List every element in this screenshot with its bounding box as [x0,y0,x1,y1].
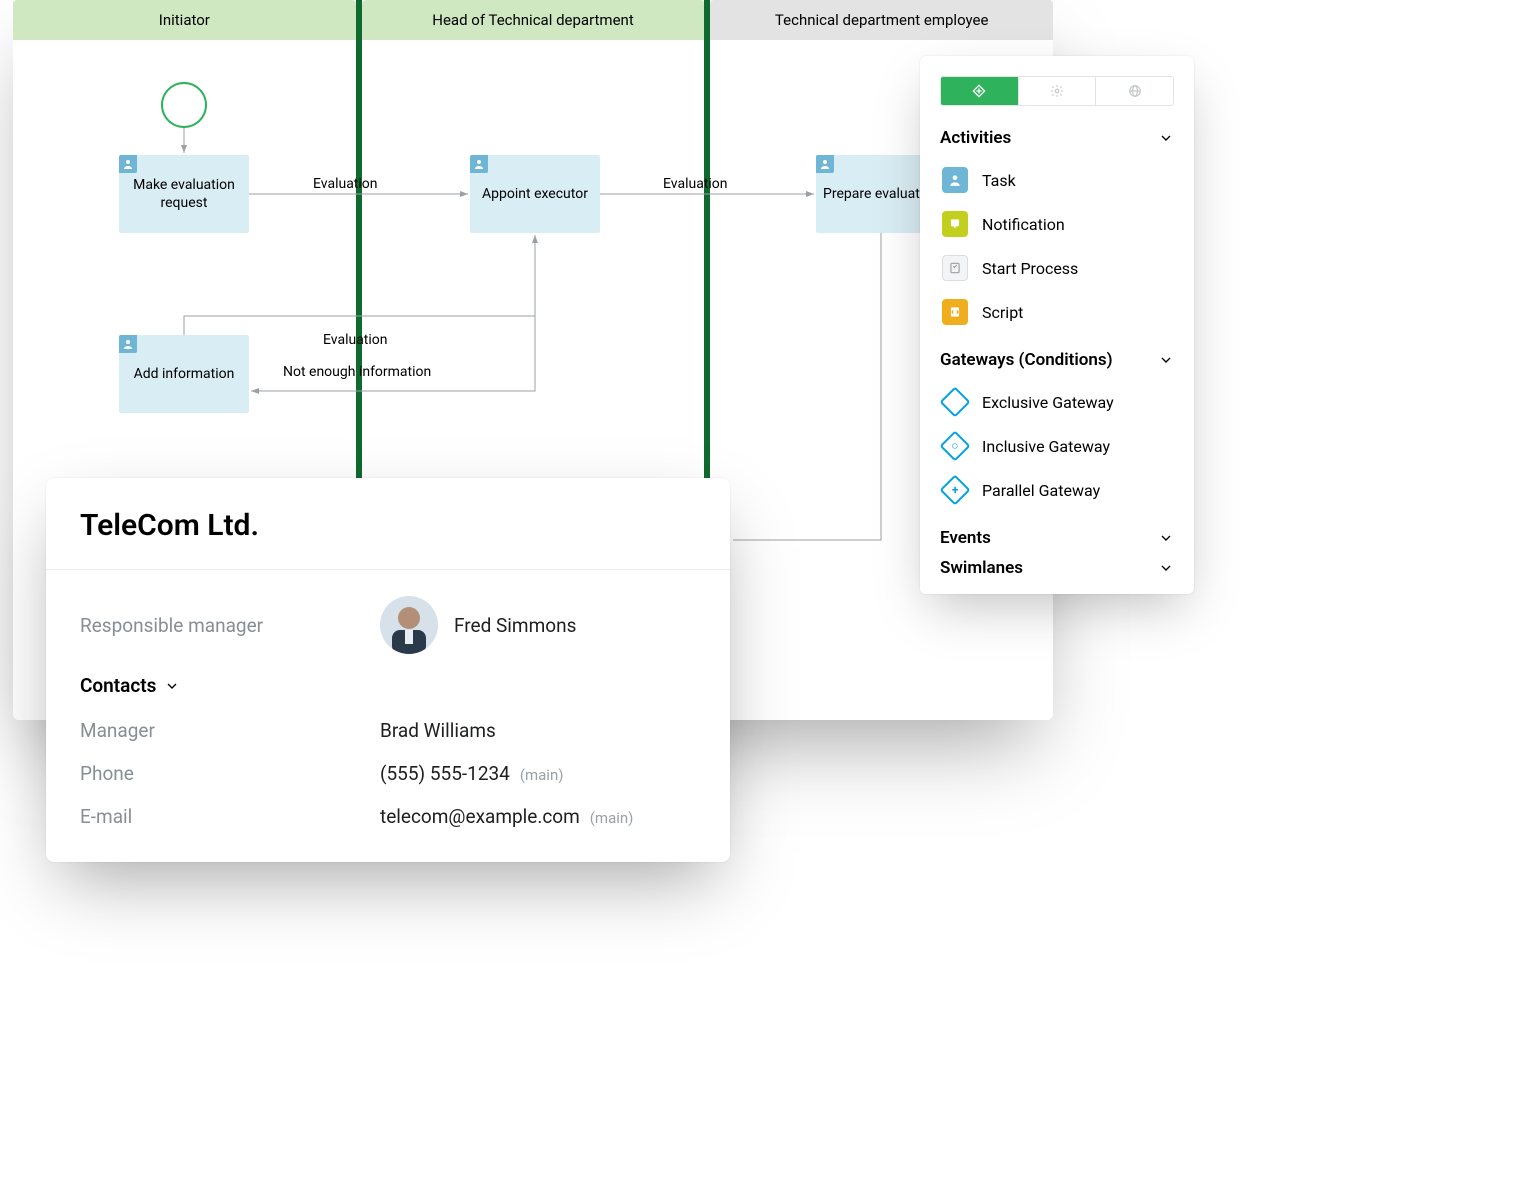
notification-icon [942,211,968,237]
task-appoint-executor[interactable]: Appoint executor [470,155,600,233]
task-label: Appoint executor [482,185,588,203]
email-link[interactable]: telecom@example.com [380,805,580,828]
field-label-manager: Manager [80,719,380,742]
toolbox-section-activities[interactable]: Activities [940,128,1174,148]
toolbox-tab-globe[interactable] [1095,77,1173,105]
chevron-down-icon [1158,130,1174,146]
toolbox-tab-elements[interactable] [941,77,1018,105]
section-label: Activities [940,128,1011,148]
task-label: Add information [134,365,235,383]
edge-label: Evaluation [663,176,728,192]
toolbox-item-notification[interactable]: Notification [940,202,1174,246]
email-hint: (main) [590,809,634,827]
swimlane-header: Technical department employee [710,0,1053,40]
toolbox-item-label: Parallel Gateway [982,481,1100,500]
responsible-manager-link[interactable]: Fred Simmons [454,614,576,637]
user-task-icon [119,335,137,353]
field-value-manager: Brad Williams [380,719,496,742]
company-title: TeleCom Ltd. [46,478,730,570]
toolbox-item-inclusive-gateway[interactable]: ○ Inclusive Gateway [940,424,1174,468]
toolbox-item-label: Notification [982,215,1065,234]
toolbox-item-label: Inclusive Gateway [982,437,1110,456]
inclusive-gateway-icon: ○ [942,433,968,459]
contacts-section-toggle[interactable]: Contacts [80,674,696,697]
toolbox-tabbar [940,76,1174,106]
edge-label: Evaluation [313,176,378,192]
user-task-icon [816,155,834,173]
swimlane-header: Initiator [13,0,356,40]
toolbox-item-label: Start Process [982,259,1078,278]
globe-icon [1128,84,1142,98]
toolbox-item-exclusive-gateway[interactable]: Exclusive Gateway [940,380,1174,424]
exclusive-gateway-icon [942,389,968,415]
chevron-down-icon [1158,352,1174,368]
company-card: TeleCom Ltd. Responsible manager Fred Si… [46,478,730,862]
toolbox-item-script[interactable]: Script [940,290,1174,334]
parallel-gateway-icon: + [942,477,968,503]
chevron-down-icon [1158,560,1174,576]
toolbox-item-start-process[interactable]: Start Process [940,246,1174,290]
user-task-icon [119,155,137,173]
toolbox-item-parallel-gateway[interactable]: + Parallel Gateway [940,468,1174,512]
toolbox-section-swimlanes[interactable]: Swimlanes [940,558,1174,578]
toolbox-item-label: Script [982,303,1023,322]
task-icon [942,167,968,193]
toolbox-section-events[interactable]: Events [940,528,1174,548]
start-process-icon [942,255,968,281]
field-label-phone: Phone [80,762,380,785]
toolbox-panel: Activities Task Notification Start Proce… [920,56,1194,594]
section-label: Gateways (Conditions) [940,350,1113,370]
task-label: Make evaluation request [125,176,243,212]
toolbox-section-gateways[interactable]: Gateways (Conditions) [940,350,1174,370]
section-label: Contacts [80,674,156,697]
toolbox-item-label: Exclusive Gateway [982,393,1114,412]
user-task-icon [470,155,488,173]
toolbox-tab-settings[interactable] [1018,77,1096,105]
section-label: Swimlanes [940,558,1023,578]
chevron-down-icon [1158,530,1174,546]
diamond-plus-icon [971,83,987,99]
edge-label: Not enough information [283,364,431,380]
toolbox-item-label: Task [982,171,1016,190]
field-label-email: E-mail [80,805,380,828]
task-add-information[interactable]: Add information [119,335,249,413]
section-label: Events [940,528,991,548]
script-icon [942,299,968,325]
toolbox-item-task[interactable]: Task [940,158,1174,202]
task-make-evaluation-request[interactable]: Make evaluation request [119,155,249,233]
edge-label: Evaluation [323,332,388,348]
phone-link[interactable]: (555) 555-1234 [380,762,510,785]
phone-hint: (main) [520,766,564,784]
chevron-down-icon [164,678,180,694]
avatar [380,596,438,654]
field-label-responsible: Responsible manager [80,614,380,637]
bpmn-start-event[interactable] [161,82,207,128]
swimlane-header: Head of Technical department [362,0,705,40]
gear-icon [1050,84,1064,98]
